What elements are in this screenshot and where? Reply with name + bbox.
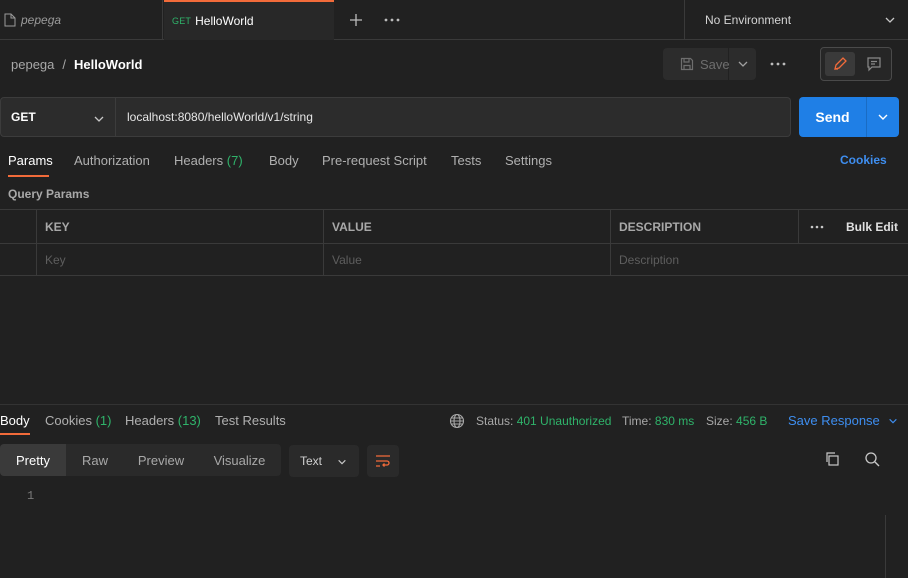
size-label: Size:	[706, 414, 733, 428]
chevron-down-icon	[884, 14, 896, 26]
request-name[interactable]: HelloWorld	[74, 57, 142, 72]
response-scrollbar[interactable]	[885, 515, 899, 578]
line-number: 1	[27, 489, 35, 503]
save-response-label: Save Response	[788, 413, 880, 428]
tab-label: pepega	[21, 13, 62, 27]
param-key-input[interactable]: Key	[36, 243, 323, 276]
format-value: Text	[300, 454, 323, 468]
chevron-down-icon	[888, 416, 898, 426]
more-options-icon[interactable]	[770, 55, 790, 73]
response-size[interactable]: Size: 456 B	[706, 414, 767, 428]
tab-headers-label: Headers	[174, 153, 224, 168]
tab-settings[interactable]: Settings	[505, 153, 552, 168]
save-disk-icon	[680, 57, 694, 71]
active-response-tab-indicator	[0, 433, 30, 435]
url-value: localhost:8080/helloWorld/v1/string	[127, 110, 313, 124]
breadcrumb: pepega / HelloWorld	[11, 55, 142, 73]
tab-helloworld[interactable]: GET HelloWorld	[164, 0, 334, 40]
comments-icon[interactable]	[859, 52, 889, 76]
status-value: 401 Unauthorized	[516, 414, 612, 428]
column-header-description: DESCRIPTION	[619, 219, 702, 234]
response-tab-body-label: Body	[0, 413, 30, 428]
status-label: Status:	[476, 414, 514, 428]
send-button[interactable]: Send	[799, 97, 866, 137]
save-response-button[interactable]: Save Response	[788, 413, 898, 428]
column-header-value: VALUE	[332, 219, 372, 234]
query-params-table: KEY VALUE DESCRIPTION Bulk Edit Key Valu…	[0, 209, 908, 276]
breadcrumb-separator: /	[62, 56, 67, 72]
wrap-lines-icon[interactable]	[367, 445, 399, 477]
save-options-chevron-down-icon[interactable]	[729, 58, 756, 70]
document-icon	[4, 13, 16, 27]
search-icon[interactable]	[864, 451, 884, 471]
tab-headers-count: (7)	[226, 153, 243, 168]
breadcrumb-workspace[interactable]: pepega	[11, 57, 54, 72]
method-select[interactable]: GET	[0, 97, 116, 137]
tab-body-label: Body	[269, 153, 299, 168]
table-divider	[798, 210, 799, 243]
cookies-link[interactable]: Cookies	[840, 153, 887, 167]
environment-label: No Environment	[705, 13, 792, 27]
save-label: Save	[700, 56, 730, 72]
send-button-group: Send	[799, 97, 899, 137]
view-visualize-button[interactable]: Visualize	[198, 444, 281, 476]
response-tab-test-results[interactable]: Test Results	[215, 413, 286, 428]
tab-tests-label: Tests	[451, 153, 482, 168]
save-button-group: Save	[663, 48, 756, 80]
response-tab-body[interactable]: Body	[0, 413, 30, 428]
time-value: 830 ms	[654, 414, 695, 428]
active-tab-indicator	[8, 175, 49, 177]
response-tab-headers[interactable]: Headers (13)	[125, 413, 201, 428]
tab-method-badge: GET	[172, 16, 192, 26]
tab-pre-request-script[interactable]: Pre-request Script	[322, 153, 427, 168]
tab-params-label: Params	[8, 153, 53, 168]
time-label: Time:	[622, 414, 652, 428]
view-raw-button[interactable]: Raw	[66, 444, 124, 476]
table-more-options-icon[interactable]	[800, 210, 834, 243]
response-tab-test-results-label: Test Results	[215, 413, 286, 428]
bulk-edit-button[interactable]: Bulk Edit	[837, 210, 898, 243]
send-options-chevron-down-icon[interactable]	[867, 97, 899, 137]
tab-tests[interactable]: Tests	[451, 153, 481, 168]
copy-icon[interactable]	[824, 451, 844, 471]
response-tab-headers-label: Headers	[125, 413, 175, 428]
environment-selector[interactable]: No Environment	[684, 0, 908, 40]
response-status[interactable]: Status: 401 Unauthorized	[476, 414, 611, 428]
view-toggle	[820, 47, 892, 81]
tab-pre-request-label: Pre-request Script	[322, 153, 427, 168]
more-tabs-icon[interactable]	[382, 10, 402, 30]
response-view-modes: Pretty Raw Preview Visualize	[0, 444, 281, 476]
response-tab-headers-count: (13)	[177, 413, 201, 428]
response-tab-cookies-count: (1)	[95, 413, 112, 428]
tab-label: HelloWorld	[195, 14, 254, 28]
view-pretty-button[interactable]: Pretty	[0, 444, 66, 476]
size-value: 456 B	[736, 414, 768, 428]
tab-body[interactable]: Body	[269, 153, 299, 168]
param-value-input[interactable]: Value	[323, 243, 610, 276]
column-header-key: KEY	[45, 219, 70, 234]
view-preview-button[interactable]: Preview	[124, 444, 198, 476]
format-select[interactable]: Text	[289, 445, 359, 477]
save-button[interactable]: Save	[663, 48, 730, 80]
method-value: GET	[11, 110, 36, 124]
tab-settings-label: Settings	[505, 153, 552, 168]
globe-icon[interactable]	[449, 413, 465, 429]
new-tab-plus-icon[interactable]	[346, 10, 366, 30]
tab-params[interactable]: Params	[8, 153, 53, 168]
chevron-down-icon	[93, 113, 105, 125]
response-tab-cookies-label: Cookies	[45, 413, 92, 428]
query-params-title: Query Params	[8, 187, 90, 201]
tab-headers[interactable]: Headers (7)	[174, 153, 243, 168]
url-input[interactable]: localhost:8080/helloWorld/v1/string	[116, 97, 791, 137]
response-tab-cookies[interactable]: Cookies (1)	[45, 413, 111, 428]
tab-authorization-label: Authorization	[74, 153, 150, 168]
chevron-down-icon	[337, 457, 347, 467]
tab-authorization[interactable]: Authorization	[74, 153, 150, 168]
param-description-input[interactable]: Description	[610, 243, 908, 276]
response-time[interactable]: Time: 830 ms	[622, 414, 694, 428]
tab-pepega[interactable]: pepega	[0, 0, 163, 40]
edit-pencil-icon[interactable]	[825, 52, 855, 76]
